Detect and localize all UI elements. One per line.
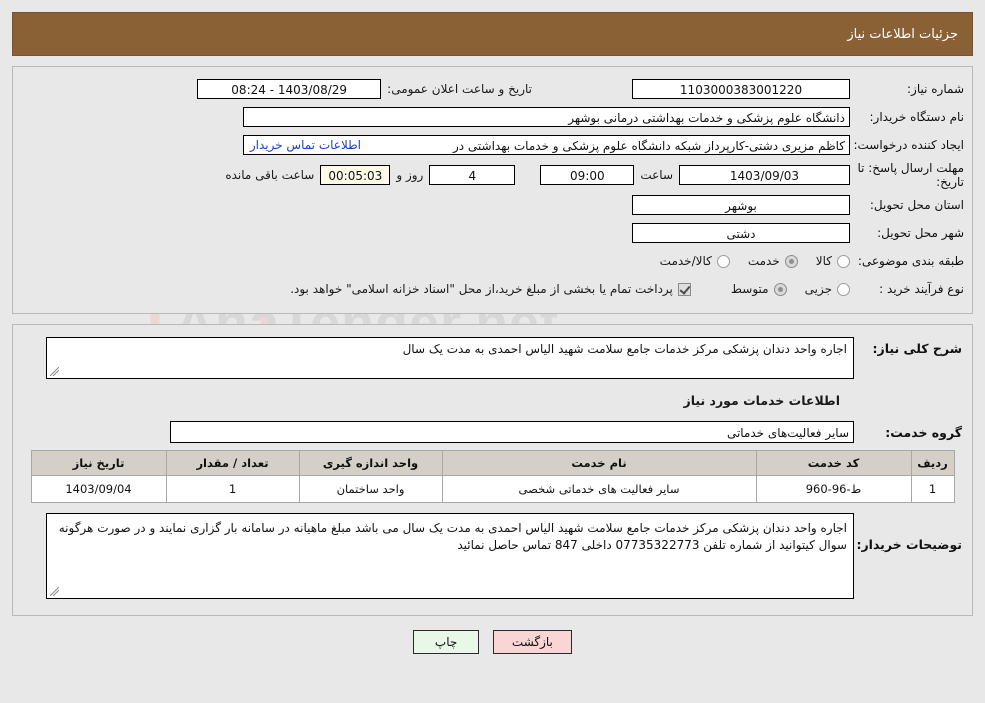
radio-icon-khedmat[interactable] <box>784 254 798 268</box>
row-general-desc: شرح کلی نیاز: اجاره واحد دندان پزشکی مرک… <box>23 337 962 379</box>
purchase-option-jozii[interactable]: جزیی <box>805 282 850 296</box>
requester-label: ایجاد کننده درخواست: <box>853 138 964 152</box>
col-date: تاریخ نیاز <box>30 450 167 476</box>
purchase-type-label: نوع فرآیند خرید : <box>879 282 964 296</box>
footer-actions: بازگشت چاپ <box>0 630 985 654</box>
row-purchase-type: نوع فرآیند خرید : جزیی متوسط پرداخت تمام… <box>21 277 964 301</box>
deadline-time-field: 09:00 <box>540 165 635 185</box>
treasury-checkbox-group[interactable]: پرداخت تمام یا بخشی از مبلغ خرید،از محل … <box>290 282 691 296</box>
row-need-number: شماره نیاز: 1103000383001220 تاریخ و ساع… <box>21 77 964 101</box>
page-root: جزئیات اطلاعات نیاز شماره نیاز: 11030003… <box>0 12 985 654</box>
purchase-option-jozii-label: جزیی <box>804 282 832 296</box>
announce-datetime-field: 1403/08/29 - 08:24 <box>197 79 382 99</box>
need-number-field: 1103000383001220 <box>632 79 850 99</box>
radio-icon-jozii[interactable] <box>837 282 850 296</box>
page-title-bar: جزئیات اطلاعات نیاز <box>12 12 973 56</box>
row-province: استان محل تحویل: بوشهر <box>21 193 964 217</box>
city-label: شهر محل تحویل: <box>877 226 964 240</box>
category-option-kala-khedmat-label: کالا/خدمت <box>659 254 712 268</box>
days-unit-label: روز و <box>396 168 424 182</box>
table-row: 1 ط-96-960 سایر فعالیت های خدماتی شخصی و… <box>30 475 955 503</box>
service-group-label: گروه خدمت: <box>885 424 962 440</box>
category-option-khedmat-label: خدمت <box>747 254 780 268</box>
services-section-title: اطلاعات خدمات مورد نیاز <box>683 393 841 408</box>
row-requester: ایجاد کننده درخواست: کاظم مزیری دشتی-کار… <box>21 133 964 157</box>
city-field: دشتی <box>632 223 850 243</box>
need-info-panel: شماره نیاز: 1103000383001220 تاریخ و ساع… <box>12 66 973 314</box>
col-name: نام خدمت <box>441 450 757 476</box>
countdown-unit-label: ساعت باقی مانده <box>225 168 315 182</box>
purchase-option-motevaset[interactable]: متوسط <box>731 282 787 296</box>
radio-icon-kala[interactable] <box>837 254 850 268</box>
category-option-khedmat[interactable]: خدمت <box>748 254 798 268</box>
general-desc-textarea[interactable]: اجاره واحد دندان پزشکی مرکز خدمات جامع س… <box>46 337 854 379</box>
table-header-row: ردیف کد خدمت نام خدمت واحد اندازه گیری ت… <box>30 450 955 476</box>
buyer-org-field: دانشگاه علوم پزشکی و خدمات بهداشتی درمان… <box>243 107 850 127</box>
province-label: استان محل تحویل: <box>869 198 964 212</box>
cell-unit: واحد ساختمان <box>298 475 443 503</box>
cell-name: سایر فعالیت های خدماتی شخصی <box>441 475 757 503</box>
row-service-group: گروه خدمت: سایر فعالیت‌های خدماتی <box>23 420 962 444</box>
purchase-option-motevaset-label: متوسط <box>730 282 769 296</box>
services-table: ردیف کد خدمت نام خدمت واحد اندازه گیری ت… <box>30 450 955 503</box>
buyer-notes-label: توضیحات خریدار: <box>856 537 962 552</box>
cell-date: 1403/09/04 <box>30 475 167 503</box>
col-code: کد خدمت <box>755 450 912 476</box>
radio-icon-kala-khedmat[interactable] <box>716 254 730 268</box>
deadline-label: مهلت ارسال پاسخ: تا تاریخ: <box>857 161 964 189</box>
treasury-checkbox-label: پرداخت تمام یا بخشی از مبلغ خرید،از محل … <box>290 282 673 296</box>
category-option-kala[interactable]: کالا <box>816 254 850 268</box>
cell-code: ط-96-960 <box>755 475 912 503</box>
cell-radif: 1 <box>910 475 955 503</box>
row-category: طبقه بندی موضوعی: کالا خدمت کالا/خدمت <box>21 249 964 273</box>
row-buyer-notes: توضیحات خریدار: اجاره واحد دندان پزشکی م… <box>23 513 962 599</box>
row-buyer-org: نام دستگاه خریدار: دانشگاه علوم پزشکی و … <box>21 105 964 129</box>
col-quantity: تعداد / مقدار <box>165 450 300 476</box>
buyer-notes-value: اجاره واحد دندان پزشکی مرکز خدمات جامع س… <box>58 521 847 552</box>
checkbox-icon-treasury[interactable] <box>677 282 691 296</box>
province-field: بوشهر <box>632 195 850 215</box>
col-radif: ردیف <box>910 450 955 476</box>
radio-icon-motevaset[interactable] <box>773 282 787 296</box>
need-details-panel: شرح کلی نیاز: اجاره واحد دندان پزشکی مرک… <box>12 324 973 616</box>
print-button[interactable]: چاپ <box>413 630 480 654</box>
countdown-field: 00:05:03 <box>320 165 391 185</box>
row-city: شهر محل تحویل: دشتی <box>21 221 964 245</box>
announce-datetime-label: تاریخ و ساعت اعلان عمومی: <box>387 82 532 96</box>
buyer-org-label: نام دستگاه خریدار: <box>869 110 965 124</box>
buyer-notes-textarea[interactable]: اجاره واحد دندان پزشکی مرکز خدمات جامع س… <box>46 513 854 599</box>
col-unit: واحد اندازه گیری <box>298 450 443 476</box>
deadline-time-label: ساعت <box>640 168 673 182</box>
category-label: طبقه بندی موضوعی: <box>857 254 964 268</box>
row-deadline: مهلت ارسال پاسخ: تا تاریخ: 1403/09/03 سا… <box>21 161 964 189</box>
category-option-kala-label: کالا <box>815 254 832 268</box>
general-desc-label: شرح کلی نیاز: <box>872 341 962 356</box>
resize-grip-icon-notes[interactable] <box>50 587 59 596</box>
resize-grip-icon[interactable] <box>50 367 59 376</box>
deadline-date-field: 1403/09/03 <box>679 165 850 185</box>
category-option-kala-khedmat[interactable]: کالا/خدمت <box>660 254 730 268</box>
back-button[interactable]: بازگشت <box>492 630 572 654</box>
service-group-field: سایر فعالیت‌های خدماتی <box>170 421 854 443</box>
general-desc-value: اجاره واحد دندان پزشکی مرکز خدمات جامع س… <box>402 342 847 356</box>
page-title: جزئیات اطلاعات نیاز <box>847 26 958 42</box>
need-number-label: شماره نیاز: <box>907 82 964 96</box>
buyer-contact-link[interactable]: اطلاعات تماس خریدار <box>250 138 361 152</box>
days-remaining-field: 4 <box>429 165 516 185</box>
cell-quantity: 1 <box>165 475 300 503</box>
